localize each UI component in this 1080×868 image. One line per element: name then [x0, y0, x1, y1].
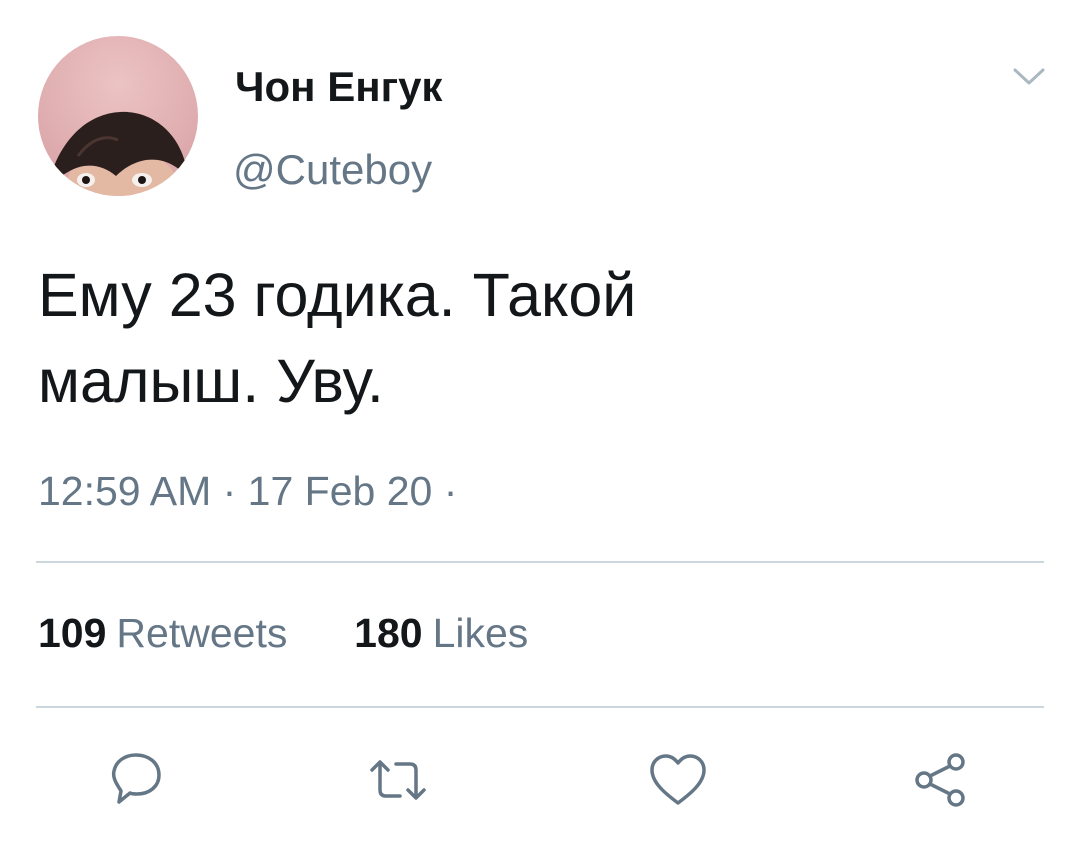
tweet-text: Ему 23 годика. Такой малыш. Уву. — [38, 252, 998, 424]
author-handle[interactable]: @Cuteboy — [233, 143, 432, 197]
tweet-stats: 109 Retweets 180 Likes — [38, 606, 528, 660]
likes-stat[interactable]: 180 Likes — [343, 610, 529, 656]
heart-icon — [650, 754, 706, 805]
like-button[interactable] — [646, 748, 710, 812]
author-display-name[interactable]: Чон Енгук — [235, 60, 442, 114]
speech-bubble-icon — [111, 753, 161, 804]
tweet-timestamp[interactable]: 12:59 AM · 17 Feb 20 · — [38, 464, 457, 518]
tweet-text-line: Ему 23 годика. Такой — [38, 261, 637, 329]
retweets-label: Retweets — [116, 610, 288, 656]
chevron-down-icon[interactable] — [1012, 66, 1046, 88]
tweet-text-line: малыш. Уву. — [38, 347, 384, 415]
likes-label: Likes — [432, 610, 529, 656]
reply-button[interactable] — [104, 748, 168, 812]
retweets-count: 109 — [38, 610, 107, 656]
divider — [36, 706, 1044, 708]
user-avatar-photo — [38, 36, 198, 196]
retweet-arrows-icon — [370, 760, 426, 800]
share-button[interactable] — [908, 748, 972, 812]
divider — [36, 561, 1044, 563]
likes-count: 180 — [354, 610, 423, 656]
share-nodes-icon — [915, 753, 965, 807]
retweets-stat[interactable]: 109 Retweets — [38, 610, 299, 656]
retweet-button[interactable] — [366, 748, 430, 812]
avatar[interactable] — [38, 36, 198, 196]
